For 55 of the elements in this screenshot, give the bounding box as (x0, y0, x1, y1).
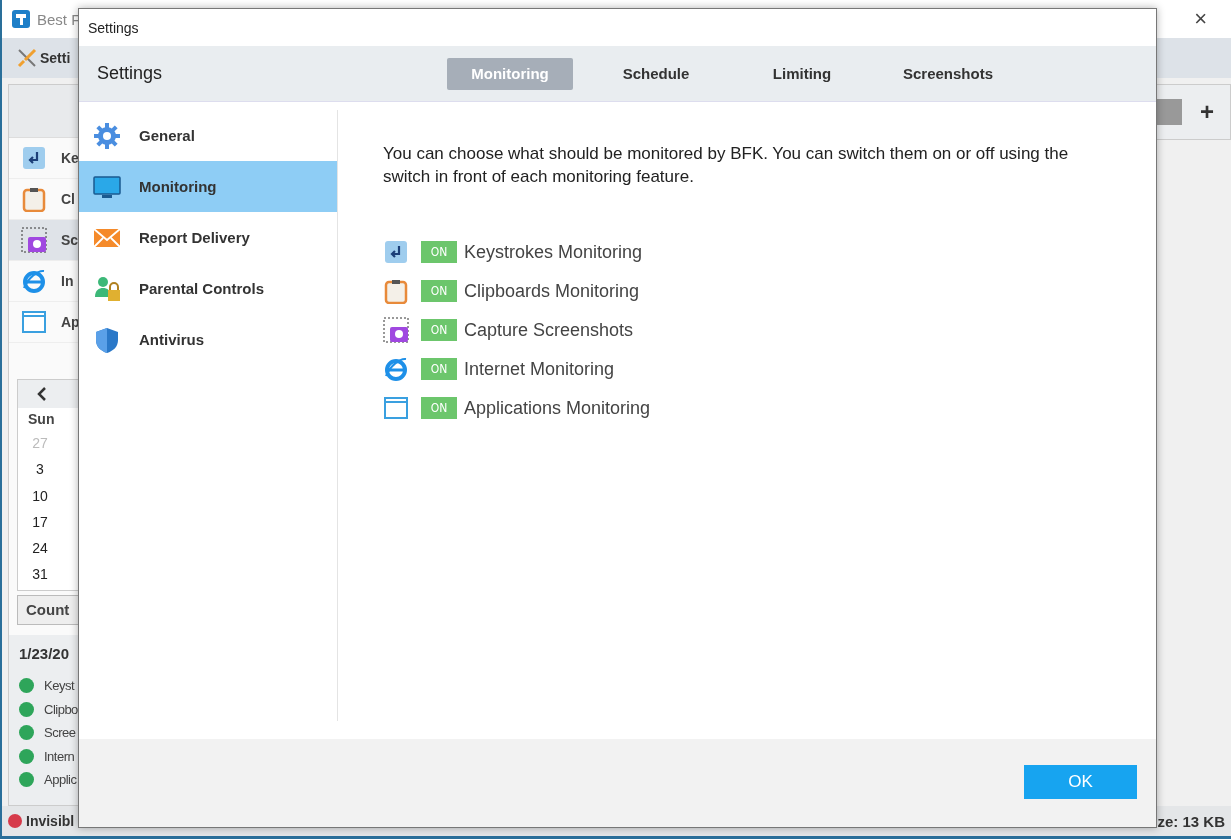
date-label: 1/23/20 (19, 644, 70, 662)
status-mode: Invisibl (26, 813, 75, 829)
tools-icon (16, 47, 38, 69)
gear-icon (93, 121, 121, 150)
browser-e-icon (21, 268, 47, 294)
window-icon (21, 309, 47, 335)
header-title: Settings (96, 63, 164, 84)
close-button[interactable]: × (1180, 6, 1221, 32)
toolbar-item[interactable]: Setti (40, 50, 71, 66)
status-dot (19, 701, 34, 717)
sidebar-item[interactable]: Parental Controls (79, 263, 337, 314)
feature-label: Capture Screenshots (464, 319, 634, 341)
chevron-left-icon[interactable] (36, 386, 48, 402)
sidebar-item[interactable]: Report Delivery (79, 212, 337, 263)
sidebar-item[interactable]: Monitoring (79, 161, 337, 212)
browser-e-icon (383, 356, 409, 382)
legend-label: Scree (44, 725, 76, 741)
status-dot (19, 725, 34, 741)
add-button[interactable]: + (1192, 97, 1222, 127)
camera-icon (383, 317, 409, 343)
camera-icon (21, 227, 47, 253)
status-dot (19, 678, 34, 694)
calendar-day[interactable]: 3 (18, 456, 62, 483)
status-dot (19, 772, 34, 788)
legend-label: Keyst (44, 678, 74, 694)
person-lock-icon (93, 274, 121, 303)
tab[interactable]: Schedule (593, 57, 719, 90)
clipboard-icon (383, 278, 409, 304)
enter-key-icon (21, 145, 47, 171)
legend-label: Applic (44, 772, 77, 788)
feature-label: Clipboards Monitoring (464, 280, 640, 302)
feature-label: Applications Monitoring (464, 397, 651, 419)
dialog-title: Settings (88, 19, 139, 36)
status-dot (8, 814, 22, 828)
weekday-label: Sun (27, 410, 55, 429)
clipboard-icon (21, 186, 47, 212)
enter-key-icon (383, 239, 409, 265)
intro-text: You can choose what should be monitored by BFK. You can switch them on or off using the switch in front of each monitoring feature. (383, 143, 1070, 188)
tab[interactable]: Screenshots (885, 57, 1011, 90)
shield-icon (93, 325, 121, 354)
status-size: ze: 13 KB (1157, 812, 1225, 830)
sidebar-item[interactable]: General (79, 110, 337, 161)
feature-label: Internet Monitoring (464, 358, 615, 380)
tab[interactable]: Limiting (739, 57, 865, 90)
legend-label: Clipbo (44, 701, 78, 717)
calendar-day[interactable]: 10 (18, 482, 62, 509)
feature-label: Keystrokes Monitoring (464, 241, 643, 263)
calendar-day[interactable]: 24 (18, 535, 62, 562)
app-logo-icon (12, 10, 30, 28)
sidebar-item[interactable]: Antivirus (79, 314, 337, 365)
calendar-day[interactable]: 31 (18, 561, 62, 588)
calendar-day[interactable]: 17 (18, 508, 62, 536)
legend-label: Intern (44, 748, 75, 764)
status-dot (19, 748, 34, 764)
window-icon (383, 395, 409, 421)
